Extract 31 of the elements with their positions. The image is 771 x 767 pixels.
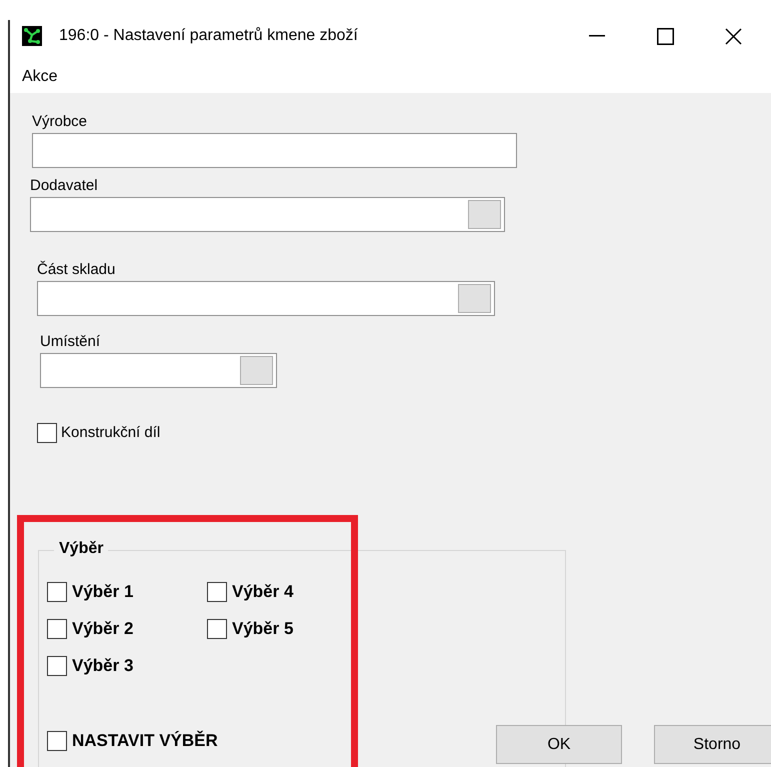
checkbox-label: Konstrukční díl — [61, 423, 160, 443]
group-title: Výběr — [54, 539, 108, 559]
input-field[interactable] — [32, 133, 517, 168]
checkbox[interactable] — [47, 656, 67, 676]
checkbox[interactable] — [207, 582, 227, 602]
field-label: Výrobce — [32, 113, 88, 131]
checkbox[interactable] — [47, 730, 67, 751]
checkbox[interactable] — [37, 423, 57, 444]
dialog-button[interactable]: OK — [496, 725, 622, 764]
checkbox[interactable] — [47, 582, 67, 602]
maximize-icon — [656, 28, 674, 44]
checkbox[interactable] — [47, 618, 67, 638]
checkbox-label: Výběr 3 — [72, 654, 134, 677]
dialog-button[interactable]: Storno — [654, 725, 771, 764]
input-field[interactable] — [40, 353, 277, 388]
close-icon — [724, 28, 742, 44]
checkbox-label: NASTAVIT VÝBĚR — [72, 730, 218, 752]
field-label: Umístění — [40, 333, 100, 351]
checkbox-label: Výběr 4 — [232, 580, 294, 603]
menu-item[interactable]: Akce — [22, 64, 58, 88]
input-field[interactable] — [30, 197, 505, 232]
window-title: 196:0 - Nastavení parametrů kmene zboží — [59, 26, 358, 46]
minimize-icon — [589, 35, 605, 37]
field-label: Část skladu — [37, 261, 116, 279]
checkbox[interactable] — [207, 618, 227, 638]
field-label: Dodavatel — [30, 177, 98, 195]
app-icon — [22, 26, 42, 46]
input-field[interactable] — [37, 281, 495, 316]
checkbox-label: Výběr 1 — [72, 580, 134, 603]
checkbox-label: Výběr 5 — [232, 618, 294, 640]
checkbox-label: Výběr 2 — [72, 618, 134, 640]
